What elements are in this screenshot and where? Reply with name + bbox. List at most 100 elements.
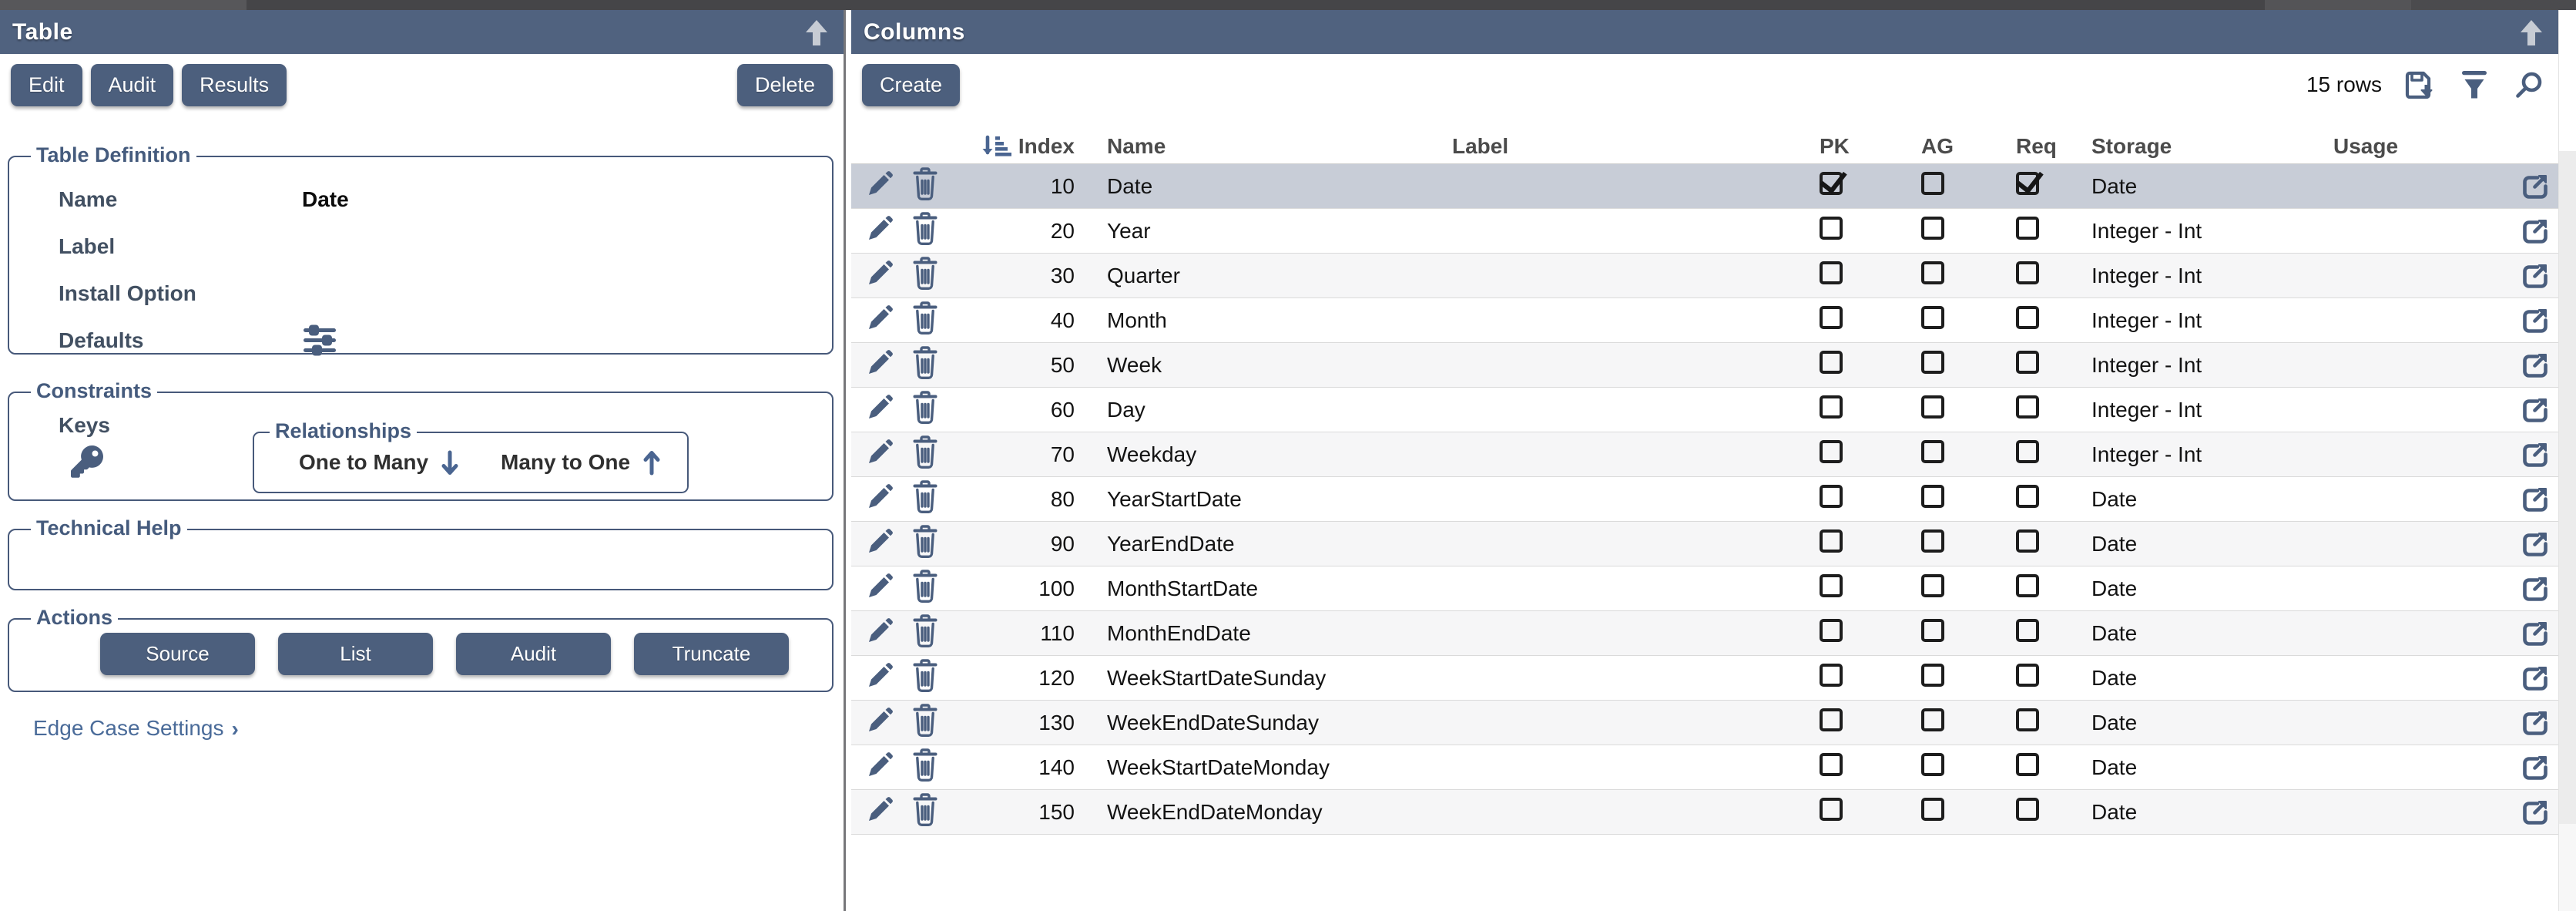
req-checkbox[interactable] bbox=[2016, 351, 2039, 374]
delete-row-icon[interactable] bbox=[911, 793, 939, 826]
pk-checkbox[interactable] bbox=[1820, 574, 1843, 597]
req-checkbox[interactable] bbox=[2016, 708, 2039, 731]
table-row[interactable]: 50 Week Integer - Int bbox=[851, 343, 2558, 388]
ag-checkbox[interactable] bbox=[1921, 172, 1944, 195]
ag-column-header[interactable]: AG bbox=[1907, 134, 2002, 159]
ag-checkbox[interactable] bbox=[1921, 351, 1944, 374]
pk-checkbox[interactable] bbox=[1820, 529, 1843, 553]
pk-checkbox[interactable] bbox=[1820, 351, 1843, 374]
edit-row-icon[interactable] bbox=[867, 752, 893, 777]
edit-row-icon[interactable] bbox=[867, 573, 893, 598]
ag-checkbox[interactable] bbox=[1921, 708, 1944, 731]
edit-row-icon[interactable] bbox=[867, 305, 893, 330]
ag-checkbox[interactable] bbox=[1921, 395, 1944, 419]
ag-checkbox[interactable] bbox=[1921, 664, 1944, 687]
delete-row-icon[interactable] bbox=[911, 659, 939, 692]
req-checkbox[interactable] bbox=[2016, 440, 2039, 463]
open-usage-external-link-icon[interactable] bbox=[2521, 798, 2549, 826]
req-checkbox[interactable] bbox=[2016, 217, 2039, 240]
table-row[interactable]: 120 WeekStartDateSunday Date bbox=[851, 656, 2558, 701]
open-usage-external-link-icon[interactable] bbox=[2521, 530, 2549, 558]
open-usage-external-link-icon[interactable] bbox=[2521, 351, 2549, 379]
pk-checkbox[interactable] bbox=[1820, 172, 1843, 195]
open-usage-external-link-icon[interactable] bbox=[2521, 173, 2549, 200]
sort-amount-icon[interactable] bbox=[981, 135, 1012, 157]
storage-column-header[interactable]: Storage bbox=[2073, 134, 2318, 159]
edit-row-icon[interactable] bbox=[867, 529, 893, 553]
pk-checkbox[interactable] bbox=[1820, 798, 1843, 821]
table-row[interactable]: 100 MonthStartDate Date bbox=[851, 566, 2558, 611]
filter-icon[interactable] bbox=[2460, 69, 2489, 101]
edit-button[interactable]: Edit bbox=[11, 64, 82, 106]
table-row[interactable]: 150 WeekEndDateMonday Date bbox=[851, 790, 2558, 835]
delete-row-icon[interactable] bbox=[911, 614, 939, 647]
table-row[interactable]: 20 Year Integer - Int bbox=[851, 209, 2558, 254]
edit-row-icon[interactable] bbox=[867, 261, 893, 285]
ag-checkbox[interactable] bbox=[1921, 753, 1944, 776]
delete-row-icon[interactable] bbox=[911, 391, 939, 424]
delete-row-icon[interactable] bbox=[911, 704, 939, 737]
open-usage-external-link-icon[interactable] bbox=[2521, 754, 2549, 782]
open-usage-external-link-icon[interactable] bbox=[2521, 441, 2549, 469]
ag-checkbox[interactable] bbox=[1921, 261, 1944, 284]
ag-checkbox[interactable] bbox=[1921, 217, 1944, 240]
pk-checkbox[interactable] bbox=[1820, 664, 1843, 687]
req-checkbox[interactable] bbox=[2016, 574, 2039, 597]
table-row[interactable]: 60 Day Integer - Int bbox=[851, 388, 2558, 432]
truncate-button[interactable]: Truncate bbox=[634, 633, 789, 675]
index-column-header[interactable]: Index bbox=[954, 134, 1085, 159]
pk-checkbox[interactable] bbox=[1820, 306, 1843, 329]
scrollbar-track[interactable] bbox=[2558, 10, 2576, 911]
label-column-header[interactable]: Label bbox=[1440, 134, 1806, 159]
req-checkbox[interactable] bbox=[2016, 306, 2039, 329]
edge-case-settings-link[interactable]: Edge Case Settings › bbox=[33, 715, 239, 741]
pk-checkbox[interactable] bbox=[1820, 217, 1843, 240]
collapse-up-icon[interactable] bbox=[2518, 18, 2544, 47]
collapse-up-icon[interactable] bbox=[803, 18, 830, 47]
open-usage-external-link-icon[interactable] bbox=[2521, 486, 2549, 513]
req-checkbox[interactable] bbox=[2016, 619, 2039, 642]
source-button[interactable]: Source bbox=[100, 633, 255, 675]
delete-row-icon[interactable] bbox=[911, 346, 939, 379]
edit-row-icon[interactable] bbox=[867, 171, 893, 196]
edit-row-icon[interactable] bbox=[867, 708, 893, 732]
pk-checkbox[interactable] bbox=[1820, 753, 1843, 776]
ag-checkbox[interactable] bbox=[1921, 485, 1944, 508]
search-icon[interactable] bbox=[2515, 71, 2543, 99]
delete-row-icon[interactable] bbox=[911, 480, 939, 513]
name-column-header[interactable]: Name bbox=[1085, 134, 1440, 159]
ag-checkbox[interactable] bbox=[1921, 574, 1944, 597]
edit-row-icon[interactable] bbox=[867, 797, 893, 822]
open-usage-external-link-icon[interactable] bbox=[2521, 396, 2549, 424]
open-usage-external-link-icon[interactable] bbox=[2521, 664, 2549, 692]
req-checkbox[interactable] bbox=[2016, 261, 2039, 284]
edit-row-icon[interactable] bbox=[867, 439, 893, 464]
open-usage-external-link-icon[interactable] bbox=[2521, 217, 2549, 245]
edit-row-icon[interactable] bbox=[867, 395, 893, 419]
pk-checkbox[interactable] bbox=[1820, 619, 1843, 642]
open-usage-external-link-icon[interactable] bbox=[2521, 620, 2549, 647]
req-checkbox[interactable] bbox=[2016, 395, 2039, 419]
results-button[interactable]: Results bbox=[182, 64, 287, 106]
delete-row-icon[interactable] bbox=[911, 570, 939, 603]
table-row[interactable]: 90 YearEndDate Date bbox=[851, 522, 2558, 566]
pk-checkbox[interactable] bbox=[1820, 708, 1843, 731]
delete-row-icon[interactable] bbox=[911, 167, 939, 200]
edit-row-icon[interactable] bbox=[867, 618, 893, 643]
table-row[interactable]: 10 Date Date bbox=[851, 164, 2558, 209]
usage-column-header[interactable]: Usage bbox=[2318, 134, 2512, 159]
create-button[interactable]: Create bbox=[862, 64, 960, 106]
edit-row-icon[interactable] bbox=[867, 216, 893, 240]
delete-row-icon[interactable] bbox=[911, 301, 939, 334]
table-row[interactable]: 140 WeekStartDateMonday Date bbox=[851, 745, 2558, 790]
req-checkbox[interactable] bbox=[2016, 172, 2039, 195]
delete-row-icon[interactable] bbox=[911, 212, 939, 245]
key-icon[interactable] bbox=[71, 445, 105, 479]
open-usage-external-link-icon[interactable] bbox=[2521, 709, 2549, 737]
edit-row-icon[interactable] bbox=[867, 350, 893, 375]
ag-checkbox[interactable] bbox=[1921, 798, 1944, 821]
one-to-many-down-arrow-icon[interactable] bbox=[441, 450, 459, 476]
table-row[interactable]: 40 Month Integer - Int bbox=[851, 298, 2558, 343]
pk-checkbox[interactable] bbox=[1820, 440, 1843, 463]
list-button[interactable]: List bbox=[278, 633, 433, 675]
